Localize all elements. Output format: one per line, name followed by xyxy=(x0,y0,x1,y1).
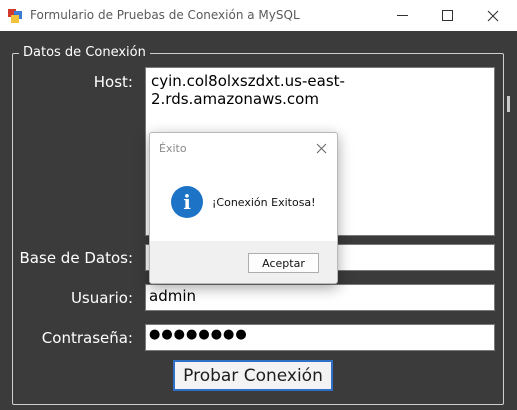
info-icon: i xyxy=(171,186,203,218)
close-icon xyxy=(316,143,326,153)
minimize-icon xyxy=(397,15,408,16)
app-icon xyxy=(8,9,22,23)
password-label: Contraseña: xyxy=(41,329,133,347)
user-label: Usuario: xyxy=(70,289,133,307)
success-dialog: Éxito i ¡Conexión Exitosa! Aceptar xyxy=(149,132,338,284)
window-title: Formulario de Pruebas de Conexión a MySQ… xyxy=(30,8,300,22)
host-label: Host: xyxy=(93,73,133,91)
dialog-message: ¡Conexión Exitosa! xyxy=(212,196,316,209)
main-window: Formulario de Pruebas de Conexión a MySQ… xyxy=(0,0,517,410)
title-bar[interactable]: Formulario de Pruebas de Conexión a MySQ… xyxy=(0,0,517,31)
user-input[interactable]: admin xyxy=(145,284,495,311)
dialog-footer: Aceptar xyxy=(150,241,337,283)
maximize-icon xyxy=(442,10,453,21)
scrollbar-thumb[interactable] xyxy=(507,96,510,112)
minimize-button[interactable] xyxy=(380,0,425,31)
password-input[interactable]: ●●●●●●●● xyxy=(145,324,495,351)
maximize-button[interactable] xyxy=(425,0,470,31)
groupbox-legend: Datos de Conexión xyxy=(19,45,150,60)
dialog-title: Éxito xyxy=(159,142,187,155)
database-label: Base de Datos: xyxy=(19,249,133,267)
close-icon xyxy=(487,10,498,21)
test-connection-button[interactable]: Probar Conexión xyxy=(173,360,333,391)
close-button[interactable] xyxy=(470,0,515,31)
ok-button[interactable]: Aceptar xyxy=(248,253,319,273)
dialog-close-button[interactable] xyxy=(310,137,332,159)
